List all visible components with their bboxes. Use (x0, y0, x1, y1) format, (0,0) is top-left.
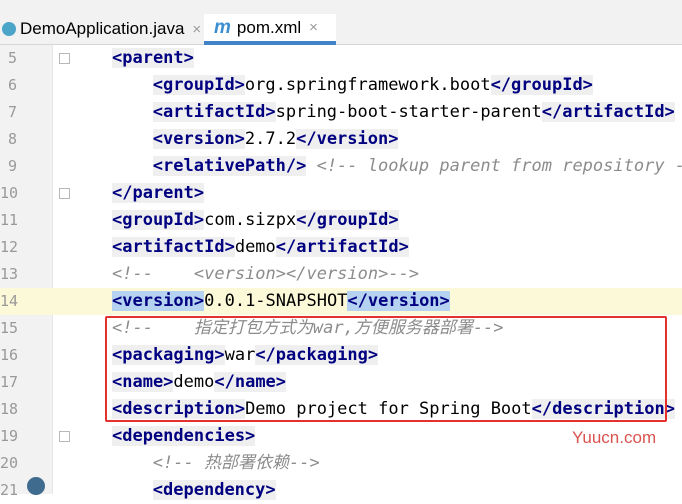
xml-tag: </groupId> (296, 210, 399, 230)
code-line[interactable]: 7 <artifactId>spring-boot-starter-parent<… (0, 99, 682, 126)
xml-comment: <!-- <version></version>--> (112, 264, 420, 284)
xml-tag: </parent> (112, 183, 205, 203)
xml-tag: <dependency> (152, 480, 276, 500)
xml-tag: </version> (296, 129, 399, 149)
xml-comment: <!-- 热部署依赖--> (152, 453, 320, 473)
code-line[interactable]: 6 <groupId>org.springframework.boot</grou… (0, 72, 682, 99)
xml-tag: <version> (112, 291, 205, 311)
close-icon[interactable]: × (192, 21, 201, 38)
xml-tag: <dependencies> (112, 426, 256, 446)
xml-tag: <parent> (112, 48, 194, 68)
code-text: <!-- <version></version>--> (112, 261, 419, 288)
code-text: <groupId>com.sizpx</groupId> (112, 207, 399, 234)
tab-pom-xml[interactable]: m pom.xml × (204, 14, 336, 45)
line-number: 18 (0, 400, 19, 418)
code-text: <dependencies> (112, 423, 256, 450)
editor-tab-bar: DemoApplication.java × m pom.xml × (0, 0, 682, 45)
fold-marker-icon[interactable] (59, 53, 70, 64)
line-number: 16 (0, 346, 19, 364)
tab-label: DemoApplication.java (20, 19, 185, 38)
xml-tag: <relativePath/> (152, 156, 307, 176)
line-number: 17 (0, 373, 19, 391)
close-icon[interactable]: × (309, 19, 318, 36)
line-number: 19 (0, 427, 19, 445)
line-number: 9 (7, 157, 17, 175)
fold-marker-icon[interactable] (59, 431, 70, 442)
xml-tag: <artifactId> (112, 237, 235, 257)
line-number: 5 (7, 49, 17, 67)
watermark: Yuucn.com (572, 428, 657, 447)
xml-tag: <version> (152, 129, 245, 149)
code-line[interactable]: 14 <version>0.0.1-SNAPSHOT</version> (0, 288, 682, 315)
code-line[interactable]: 20 <!-- 热部署依赖--> (0, 450, 682, 477)
xml-value: org.springframework.boot (244, 75, 491, 95)
line-number: 15 (0, 319, 19, 337)
xml-tag: </groupId> (490, 75, 593, 95)
code-text: <version>0.0.1-SNAPSHOT</version> (112, 288, 450, 315)
line-number: 13 (0, 265, 19, 283)
xml-value: demo (234, 237, 276, 257)
xml-comment: <!-- lookup parent from repository --> (316, 156, 682, 176)
code-line[interactable]: 12 <artifactId>demo</artifactId> (0, 234, 682, 261)
xml-value: com.sizpx (204, 210, 297, 230)
xml-tag: </version> (347, 291, 450, 311)
line-number: 14 (0, 292, 19, 310)
code-text: <artifactId>spring-boot-starter-parent</… (152, 99, 675, 126)
code-line[interactable]: 11 <groupId>com.sizpx</groupId> (0, 207, 682, 234)
fold-marker-icon[interactable] (59, 188, 70, 199)
xml-tag: <artifactId> (152, 102, 276, 122)
code-text: </parent> (112, 180, 205, 207)
line-number: 7 (7, 103, 17, 121)
code-text: <relativePath/> <!-- lookup parent from … (152, 153, 682, 180)
code-line[interactable]: 13 <!-- <version></version>--> (0, 261, 682, 288)
code-text: <groupId>org.springframework.boot</group… (152, 72, 593, 99)
xml-tag: <groupId> (112, 210, 205, 230)
code-text: <dependency> (152, 477, 276, 504)
xml-value (306, 156, 316, 176)
xml-value: spring-boot-starter-parent (275, 102, 542, 122)
code-line[interactable]: 10 </parent> (0, 180, 682, 207)
maven-icon: m (214, 16, 231, 38)
line-number: 12 (0, 238, 19, 256)
xml-value: 2.7.2 (244, 129, 297, 149)
line-number: 20 (0, 454, 19, 472)
code-text: <artifactId>demo</artifactId> (112, 234, 409, 261)
code-text: <!-- 热部署依赖--> (153, 450, 320, 477)
intention-bulb-icon[interactable] (27, 477, 45, 495)
java-class-icon (2, 22, 16, 36)
code-text: <parent> (112, 45, 194, 72)
line-number: 8 (7, 130, 17, 148)
code-text: <version>2.7.2</version> (152, 126, 399, 153)
line-number: 10 (0, 184, 19, 202)
line-number: 21 (0, 481, 19, 499)
xml-tag: <groupId> (152, 75, 245, 95)
tab-demoapplication-java[interactable]: DemoApplication.java × (0, 14, 204, 44)
tab-label: pom.xml (236, 17, 302, 37)
line-number: 6 (7, 76, 17, 94)
code-line[interactable]: 5 <parent> (0, 45, 682, 72)
xml-tag: </artifactId> (541, 102, 675, 122)
code-line[interactable]: 8 <version>2.7.2</version> (0, 126, 682, 153)
line-number: 11 (0, 211, 19, 229)
xml-value: 0.0.1-SNAPSHOT (204, 291, 348, 311)
code-line[interactable]: 21 <dependency> (0, 477, 682, 504)
xml-tag: </artifactId> (275, 237, 409, 257)
code-line[interactable]: 9 <relativePath/> <!-- lookup parent from… (0, 153, 682, 180)
annotation-highlight-box (105, 316, 667, 422)
